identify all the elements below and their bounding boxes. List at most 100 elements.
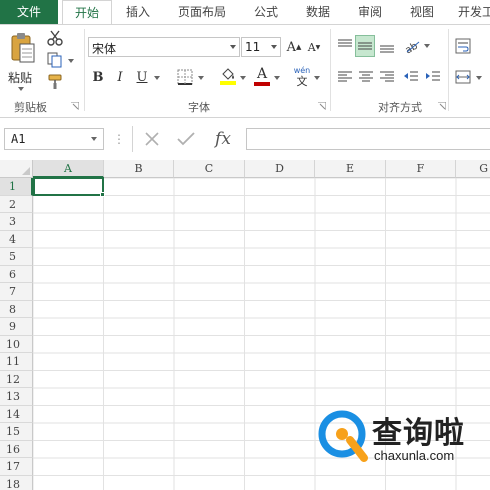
grow-font-icon[interactable]: A ▲ xyxy=(286,38,302,56)
fill-color-icon[interactable] xyxy=(218,65,238,87)
row-header-8[interactable]: 8 xyxy=(0,300,33,318)
svg-text:ab: ab xyxy=(403,41,419,54)
underline-dropdown-icon[interactable] xyxy=(154,76,160,80)
merge-center-icon[interactable] xyxy=(454,68,472,86)
increase-indent-icon[interactable] xyxy=(424,68,442,86)
tab-home[interactable]: 开始 xyxy=(62,0,112,25)
paste-dropdown-icon[interactable] xyxy=(18,87,24,91)
tab-insert[interactable]: 插入 xyxy=(118,0,158,24)
tab-review[interactable]: 审阅 xyxy=(350,0,390,24)
tab-developer[interactable]: 开发工 xyxy=(452,0,490,24)
clipboard-group-label: 剪贴板 xyxy=(14,101,47,114)
border-icon[interactable] xyxy=(176,68,194,86)
row-header-10[interactable]: 10 xyxy=(0,335,33,353)
copy-icon[interactable] xyxy=(46,51,64,69)
clipboard-launcher-icon[interactable] xyxy=(71,102,79,110)
align-left-icon[interactable] xyxy=(336,68,354,86)
decrease-indent-icon[interactable] xyxy=(402,68,420,86)
row-header-17[interactable]: 17 xyxy=(0,458,33,476)
copy-dropdown-icon[interactable] xyxy=(68,59,74,63)
column-header-f[interactable]: F xyxy=(386,160,456,178)
alignment-launcher-icon[interactable] xyxy=(438,102,446,110)
phonetic-guide-button[interactable]: wén 文 xyxy=(292,63,312,89)
formula-bar: A1 ⋮ fx xyxy=(0,118,490,160)
row-header-9[interactable]: 9 xyxy=(0,318,33,336)
tab-data[interactable]: 数据 xyxy=(296,0,340,24)
tab-file[interactable]: 文件 xyxy=(0,0,58,24)
border-dropdown-icon[interactable] xyxy=(198,76,204,80)
wrap-text-icon[interactable] xyxy=(454,37,472,55)
fill-color-dropdown-icon[interactable] xyxy=(240,76,246,80)
row-header-15[interactable]: 15 xyxy=(0,423,33,441)
watermark-title: 查询啦 xyxy=(372,416,465,451)
paste-label[interactable]: 粘贴 xyxy=(8,69,32,86)
font-color-bar xyxy=(254,81,270,86)
tab-view[interactable]: 视图 xyxy=(402,0,442,24)
column-header-a[interactable]: A xyxy=(33,160,104,178)
column-header-c[interactable]: C xyxy=(174,160,245,178)
shrink-font-icon[interactable]: A ▼ xyxy=(306,38,322,56)
alignment-group-label: 对齐方式 xyxy=(378,101,422,114)
phonetic-bottom: 文 xyxy=(296,75,308,88)
font-launcher-icon[interactable] xyxy=(318,102,326,110)
name-box[interactable]: A1 xyxy=(4,128,104,150)
row-header-2[interactable]: 2 xyxy=(0,195,33,213)
font-color-button[interactable]: A xyxy=(252,65,272,87)
align-right-icon[interactable] xyxy=(378,68,396,86)
row-header-7[interactable]: 7 xyxy=(0,283,33,301)
group-separator xyxy=(84,29,85,111)
row-header-12[interactable]: 12 xyxy=(0,370,33,388)
phonetic-dropdown-icon[interactable] xyxy=(314,76,320,80)
tab-formulas[interactable]: 公式 xyxy=(244,0,288,24)
group-separator xyxy=(448,29,449,111)
paste-icon[interactable] xyxy=(8,31,38,67)
active-cell-a1[interactable] xyxy=(33,177,104,196)
font-color-glyph: A xyxy=(256,65,268,82)
cut-icon[interactable] xyxy=(46,29,64,47)
row-header-18[interactable]: 18 xyxy=(0,475,33,490)
format-painter-icon[interactable] xyxy=(46,73,64,91)
middle-align-icon[interactable] xyxy=(355,35,375,57)
row-header-5[interactable]: 5 xyxy=(0,248,33,266)
merge-dropdown-icon[interactable] xyxy=(476,76,482,80)
tab-page-layout[interactable]: 页面布局 xyxy=(170,0,234,24)
formula-input[interactable] xyxy=(246,128,490,150)
orientation-dropdown-icon[interactable] xyxy=(424,44,430,48)
ribbon-home-panel: 粘贴 剪贴板 宋体 11 A ▲ A ▼ B I U A wén 文 字体 ab… xyxy=(0,24,490,118)
row-header-11[interactable]: 11 xyxy=(0,353,33,371)
fill-handle[interactable] xyxy=(100,192,105,197)
insert-function-button[interactable]: fx xyxy=(210,127,236,151)
top-align-icon[interactable] xyxy=(336,37,354,55)
formula-bar-grip-icon: ⋮ xyxy=(113,132,125,146)
watermark: 查询啦 chaxunla.com xyxy=(316,406,490,470)
orientation-icon[interactable]: ab xyxy=(402,37,422,55)
name-box-value: A1 xyxy=(11,132,26,146)
font-size-combo[interactable]: 11 xyxy=(241,37,281,57)
font-size-value: 11 xyxy=(245,40,261,54)
column-header-d[interactable]: D xyxy=(245,160,315,178)
row-header-16[interactable]: 16 xyxy=(0,440,33,458)
row-header-3[interactable]: 3 xyxy=(0,213,33,231)
font-name-combo[interactable]: 宋体 xyxy=(88,37,240,57)
column-header-e[interactable]: E xyxy=(315,160,386,178)
row-header-13[interactable]: 13 xyxy=(0,388,33,406)
chevron-down-icon xyxy=(230,45,236,49)
row-header-14[interactable]: 14 xyxy=(0,405,33,423)
row-header-1[interactable]: 1 xyxy=(0,178,33,196)
underline-button[interactable]: U xyxy=(134,67,150,87)
bottom-align-icon[interactable] xyxy=(378,37,396,55)
italic-button[interactable]: I xyxy=(112,67,128,87)
cancel-icon[interactable] xyxy=(142,129,162,149)
bold-button[interactable]: B xyxy=(90,67,106,87)
row-header-6[interactable]: 6 xyxy=(0,265,33,283)
column-header-g[interactable]: G xyxy=(456,160,490,178)
watermark-url: chaxunla.com xyxy=(374,448,455,463)
align-center-icon[interactable] xyxy=(357,68,375,86)
row-header-4[interactable]: 4 xyxy=(0,230,33,248)
enter-check-icon[interactable] xyxy=(176,129,196,149)
select-all-button[interactable] xyxy=(0,160,33,178)
font-color-dropdown-icon[interactable] xyxy=(274,76,280,80)
chevron-down-icon xyxy=(271,45,277,49)
column-header-b[interactable]: B xyxy=(104,160,174,178)
font-group-label: 字体 xyxy=(188,101,210,114)
